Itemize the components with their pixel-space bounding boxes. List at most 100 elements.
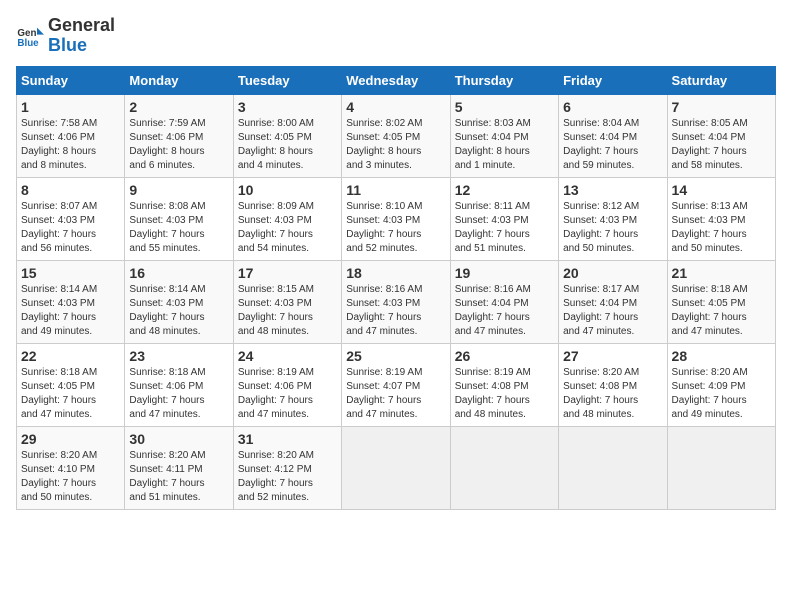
day-number: 9 [129,182,228,198]
day-info: Sunrise: 8:13 AM Sunset: 4:03 PM Dayligh… [672,200,771,256]
calendar-cell: 19 Sunrise: 8:16 AM Sunset: 4:04 PM Dayli… [450,260,558,343]
day-number: 19 [455,265,554,281]
day-number: 11 [346,182,445,198]
day-info: Sunrise: 7:58 AM Sunset: 4:06 PM Dayligh… [21,117,120,173]
calendar-cell: 1 Sunrise: 7:58 AM Sunset: 4:06 PM Daylig… [17,94,125,177]
calendar-cell: 21 Sunrise: 8:18 AM Sunset: 4:05 PM Dayli… [667,260,775,343]
day-number: 25 [346,348,445,364]
day-info: Sunrise: 8:20 AM Sunset: 4:12 PM Dayligh… [238,449,337,505]
calendar-cell: 25 Sunrise: 8:19 AM Sunset: 4:07 PM Dayli… [342,343,450,426]
calendar-cell: 6 Sunrise: 8:04 AM Sunset: 4:04 PM Daylig… [559,94,667,177]
day-number: 16 [129,265,228,281]
calendar-cell: 3Sunrise: 8:00 AM Sunset: 4:05 PM Daylig… [233,94,341,177]
day-info: Sunrise: 8:18 AM Sunset: 4:05 PM Dayligh… [21,366,120,422]
day-number: 6 [563,99,662,115]
calendar-cell: 27Sunrise: 8:20 AM Sunset: 4:08 PM Dayli… [559,343,667,426]
calendar-cell: 23 Sunrise: 8:18 AM Sunset: 4:06 PM Dayli… [125,343,233,426]
calendar-cell: 12 Sunrise: 8:11 AM Sunset: 4:03 PM Dayli… [450,177,558,260]
calendar-week-row: 29 Sunrise: 8:20 AM Sunset: 4:10 PM Dayli… [17,426,776,509]
day-info: Sunrise: 8:19 AM Sunset: 4:08 PM Dayligh… [455,366,554,422]
calendar-cell [342,426,450,509]
day-info: Sunrise: 8:08 AM Sunset: 4:03 PM Dayligh… [129,200,228,256]
day-number: 15 [21,265,120,281]
day-info: Sunrise: 8:18 AM Sunset: 4:06 PM Dayligh… [129,366,228,422]
calendar-table: SundayMondayTuesdayWednesdayThursdayFrid… [16,66,776,510]
day-info: Sunrise: 8:20 AM Sunset: 4:11 PM Dayligh… [129,449,228,505]
calendar-cell: 24Sunrise: 8:19 AM Sunset: 4:06 PM Dayli… [233,343,341,426]
day-header: Saturday [667,66,775,94]
day-number: 31 [238,431,337,447]
page-header: Gen Blue General Blue [16,16,776,56]
calendar-week-row: 15 Sunrise: 8:14 AM Sunset: 4:03 PM Dayli… [17,260,776,343]
day-info: Sunrise: 8:03 AM Sunset: 4:04 PM Dayligh… [455,117,554,173]
calendar-cell: 16 Sunrise: 8:14 AM Sunset: 4:03 PM Dayli… [125,260,233,343]
day-header: Tuesday [233,66,341,94]
day-info: Sunrise: 8:02 AM Sunset: 4:05 PM Dayligh… [346,117,445,173]
calendar-cell: 7 Sunrise: 8:05 AM Sunset: 4:04 PM Daylig… [667,94,775,177]
day-info: Sunrise: 8:05 AM Sunset: 4:04 PM Dayligh… [672,117,771,173]
calendar-cell: 4Sunrise: 8:02 AM Sunset: 4:05 PM Daylig… [342,94,450,177]
day-info: Sunrise: 8:18 AM Sunset: 4:05 PM Dayligh… [672,283,771,339]
calendar-cell: 18 Sunrise: 8:16 AM Sunset: 4:03 PM Dayli… [342,260,450,343]
day-number: 8 [21,182,120,198]
day-info: Sunrise: 8:10 AM Sunset: 4:03 PM Dayligh… [346,200,445,256]
calendar-cell: 10Sunrise: 8:09 AM Sunset: 4:03 PM Dayli… [233,177,341,260]
calendar-cell: 11 Sunrise: 8:10 AM Sunset: 4:03 PM Dayli… [342,177,450,260]
day-info: Sunrise: 8:17 AM Sunset: 4:04 PM Dayligh… [563,283,662,339]
day-number: 30 [129,431,228,447]
calendar-cell: 2Sunrise: 7:59 AM Sunset: 4:06 PM Daylig… [125,94,233,177]
calendar-cell: 14 Sunrise: 8:13 AM Sunset: 4:03 PM Dayli… [667,177,775,260]
day-header: Thursday [450,66,558,94]
calendar-cell: 28 Sunrise: 8:20 AM Sunset: 4:09 PM Dayli… [667,343,775,426]
calendar-cell: 9 Sunrise: 8:08 AM Sunset: 4:03 PM Daylig… [125,177,233,260]
calendar-cell: 30 Sunrise: 8:20 AM Sunset: 4:11 PM Dayli… [125,426,233,509]
day-number: 20 [563,265,662,281]
calendar-cell [667,426,775,509]
day-number: 21 [672,265,771,281]
calendar-cell: 17 Sunrise: 8:15 AM Sunset: 4:03 PM Dayli… [233,260,341,343]
day-info: Sunrise: 8:15 AM Sunset: 4:03 PM Dayligh… [238,283,337,339]
day-info: Sunrise: 8:20 AM Sunset: 4:09 PM Dayligh… [672,366,771,422]
day-info: Sunrise: 8:16 AM Sunset: 4:04 PM Dayligh… [455,283,554,339]
day-number: 26 [455,348,554,364]
day-header: Sunday [17,66,125,94]
day-number: 7 [672,99,771,115]
svg-text:Blue: Blue [17,38,39,49]
calendar-week-row: 8 Sunrise: 8:07 AM Sunset: 4:03 PM Daylig… [17,177,776,260]
day-number: 13 [563,182,662,198]
calendar-cell: 31 Sunrise: 8:20 AM Sunset: 4:12 PM Dayli… [233,426,341,509]
day-info: Sunrise: 8:00 AM Sunset: 4:05 PM Dayligh… [238,117,337,173]
day-number: 17 [238,265,337,281]
day-number: 27 [563,348,662,364]
calendar-cell: 29 Sunrise: 8:20 AM Sunset: 4:10 PM Dayli… [17,426,125,509]
day-info: Sunrise: 8:12 AM Sunset: 4:03 PM Dayligh… [563,200,662,256]
calendar-cell [559,426,667,509]
day-number: 28 [672,348,771,364]
calendar-cell: 22Sunrise: 8:18 AM Sunset: 4:05 PM Dayli… [17,343,125,426]
day-header: Monday [125,66,233,94]
day-info: Sunrise: 8:20 AM Sunset: 4:10 PM Dayligh… [21,449,120,505]
day-info: Sunrise: 8:19 AM Sunset: 4:06 PM Dayligh… [238,366,337,422]
logo: Gen Blue General Blue [16,16,115,56]
calendar-week-row: 1 Sunrise: 7:58 AM Sunset: 4:06 PM Daylig… [17,94,776,177]
day-number: 1 [21,99,120,115]
calendar-cell: 15Sunrise: 8:14 AM Sunset: 4:03 PM Dayli… [17,260,125,343]
day-info: Sunrise: 8:07 AM Sunset: 4:03 PM Dayligh… [21,200,120,256]
day-number: 10 [238,182,337,198]
calendar-cell [450,426,558,509]
day-info: Sunrise: 8:14 AM Sunset: 4:03 PM Dayligh… [129,283,228,339]
day-info: Sunrise: 8:04 AM Sunset: 4:04 PM Dayligh… [563,117,662,173]
day-header: Wednesday [342,66,450,94]
days-header-row: SundayMondayTuesdayWednesdayThursdayFrid… [17,66,776,94]
day-info: Sunrise: 8:19 AM Sunset: 4:07 PM Dayligh… [346,366,445,422]
day-number: 18 [346,265,445,281]
day-info: Sunrise: 8:16 AM Sunset: 4:03 PM Dayligh… [346,283,445,339]
day-number: 14 [672,182,771,198]
day-number: 23 [129,348,228,364]
day-number: 12 [455,182,554,198]
calendar-week-row: 22Sunrise: 8:18 AM Sunset: 4:05 PM Dayli… [17,343,776,426]
calendar-cell: 26 Sunrise: 8:19 AM Sunset: 4:08 PM Dayli… [450,343,558,426]
calendar-cell: 13 Sunrise: 8:12 AM Sunset: 4:03 PM Dayli… [559,177,667,260]
day-number: 29 [21,431,120,447]
day-info: Sunrise: 8:11 AM Sunset: 4:03 PM Dayligh… [455,200,554,256]
